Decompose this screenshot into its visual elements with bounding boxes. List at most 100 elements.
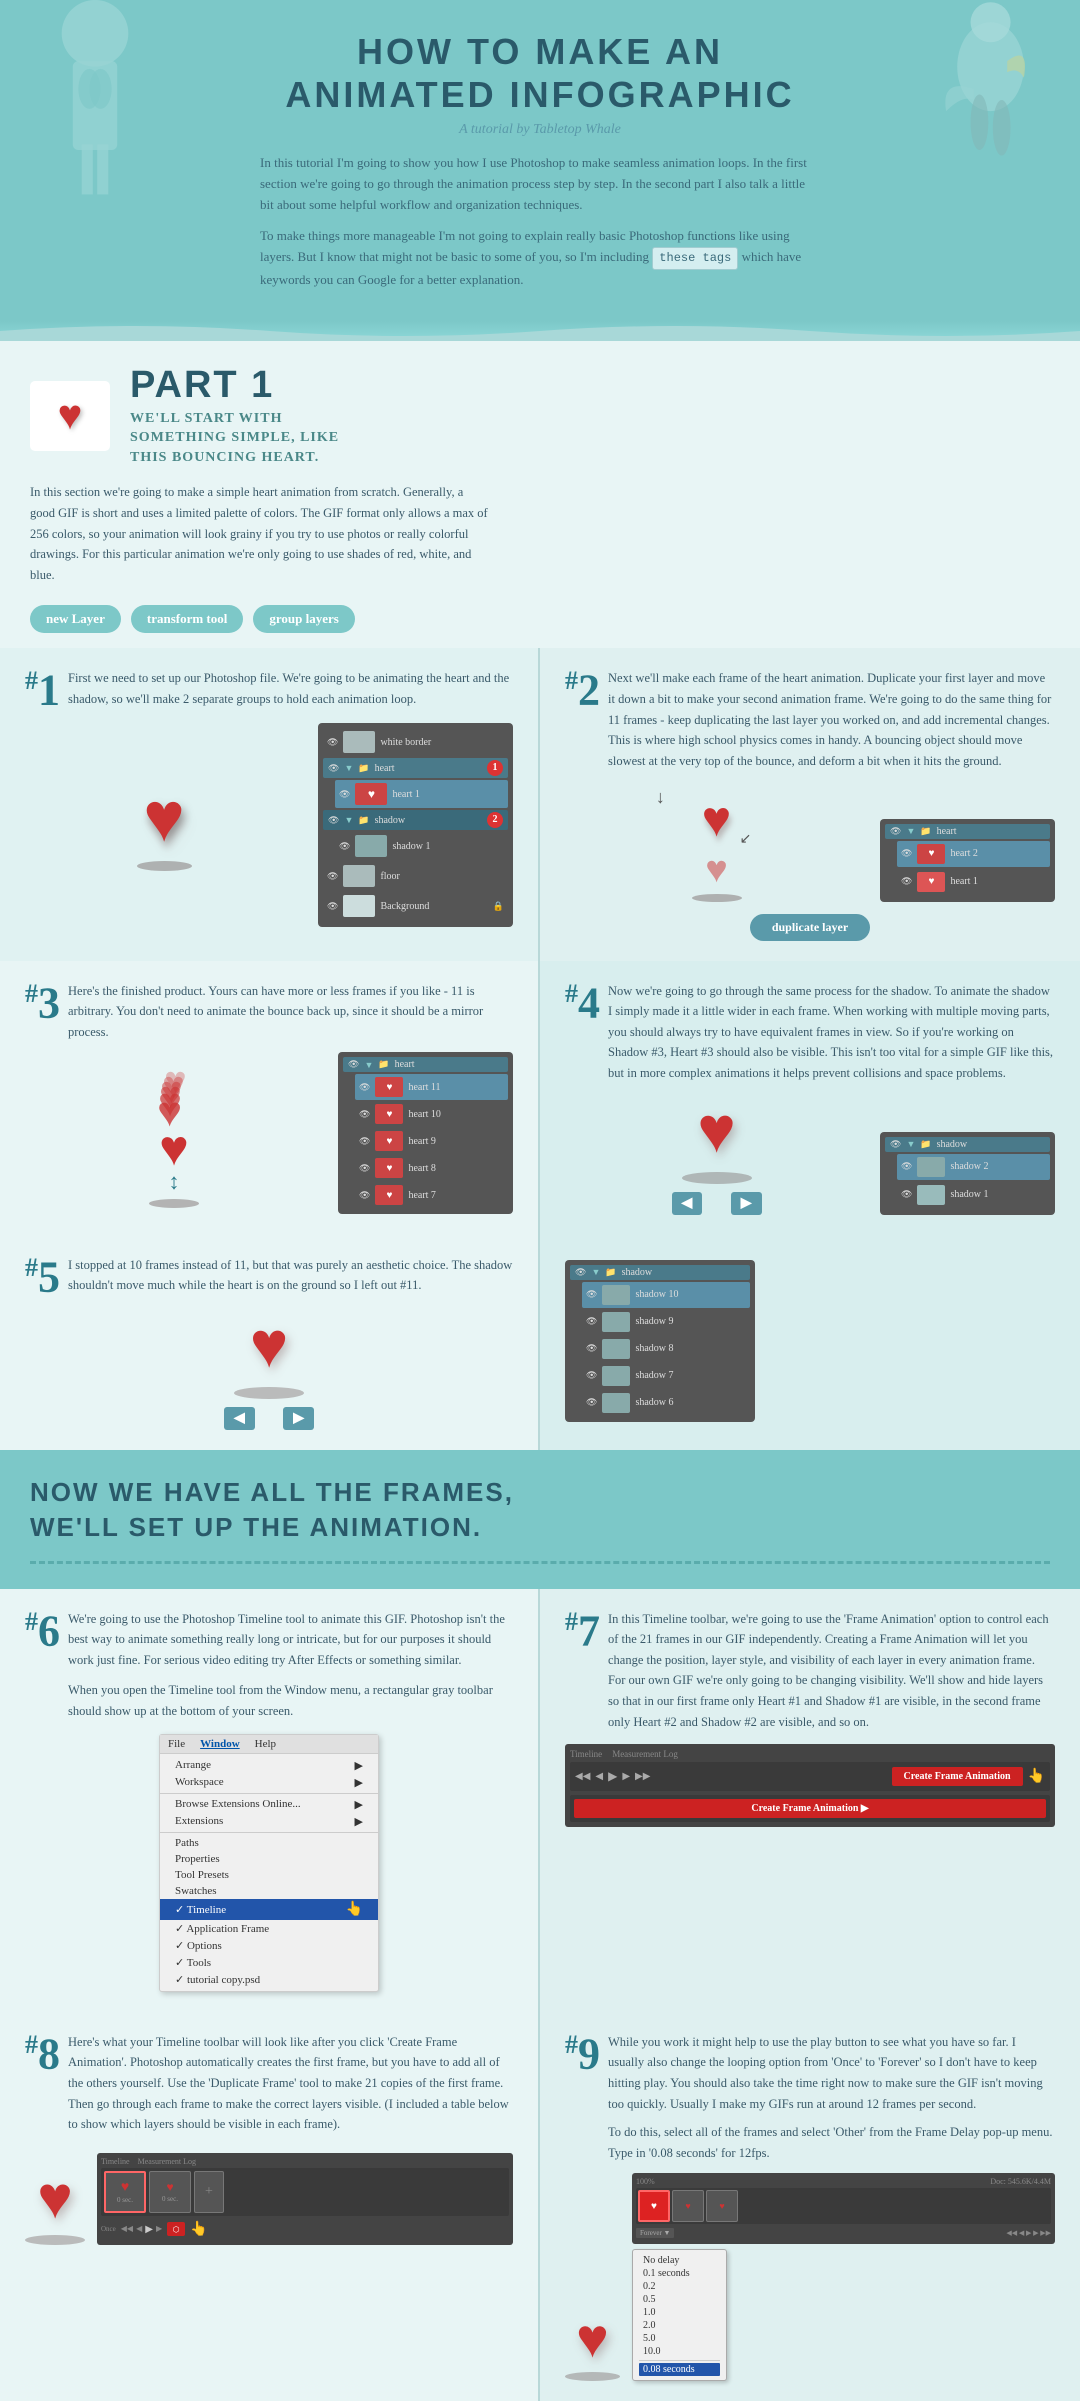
step2-layers: 👁 ▼ 📁 heart 👁 ♥ heart 2 👁 ♥ heart 1	[880, 819, 1055, 902]
menu-options[interactable]: ✓ Options	[160, 1937, 378, 1954]
step1-heart: ♥	[143, 779, 185, 859]
step2-heart-move: ♥	[702, 791, 732, 847]
delay-20[interactable]: 2.0	[639, 2319, 720, 2332]
step5-layers: 👁 ▼ 📁 shadow 👁 shadow 10 👁 shadow 9 👁 sh…	[565, 1260, 755, 1422]
step4-panel: #4 Now we're going to go through the sam…	[540, 961, 1080, 1235]
timeline-toolbar: Timeline Measurement Log ◀◀ ◀ ▶ ▶ ▶▶ Cre…	[565, 1744, 1055, 1827]
step5-body: I stopped at 10 frames instead of 11, bu…	[68, 1255, 513, 1296]
menu-timeline[interactable]: ✓ Timeline 👆	[160, 1899, 378, 1920]
menu-app-frame[interactable]: ✓ Application Frame	[160, 1920, 378, 1937]
part1-header: ♥ PART 1 WE'LL START WITH SOMETHING SIMP…	[30, 366, 1050, 468]
step6-number: #6	[25, 1609, 60, 1654]
menu-help[interactable]: Help	[255, 1738, 276, 1750]
delay-01[interactable]: 0.1 seconds	[639, 2267, 720, 2280]
menu-properties[interactable]: Properties	[160, 1851, 378, 1867]
step2-body: Next we'll make each frame of the heart …	[608, 668, 1055, 771]
step7-number: #7	[565, 1609, 600, 1654]
step3-number: #3	[25, 981, 60, 1026]
step5-right-panel: 👁 ▼ 📁 shadow 👁 shadow 10 👁 shadow 9 👁 sh…	[540, 1235, 1080, 1451]
deco-left	[30, 0, 160, 200]
step5-number: #5	[25, 1255, 60, 1300]
step3-panel: #3 Here's the finished product. Yours ca…	[0, 961, 540, 1235]
animation-heading-section: NOW WE HAVE ALL THE FRAMES, WE'LL SET UP…	[0, 1450, 1080, 1588]
step9-panel: #9 While you work it might help to use t…	[540, 2012, 1080, 2401]
highlight-tag: these tags	[652, 247, 738, 270]
create-animation-btn-display[interactable]: Create Frame Animation ▶	[574, 1799, 1046, 1818]
step4-layers: 👁 ▼ 📁 shadow 👁 shadow 2 👁 shadow 1	[880, 1132, 1055, 1215]
step6-body2: When you open the Timeline tool from the…	[68, 1680, 513, 1721]
steps-row-4: #6 We're going to use the Photoshop Time…	[0, 1589, 1080, 2012]
header-body: In this tutorial I'm going to show you h…	[260, 153, 820, 290]
forever-btn[interactable]: Forever ▼	[636, 2228, 674, 2238]
step7-panel: #7 In this Timeline toolbar, we're going…	[540, 1589, 1080, 2012]
tag-transform-tool[interactable]: transform tool	[131, 605, 244, 633]
menu-browse-ext[interactable]: Browse Extensions Online... ▶	[160, 1796, 378, 1813]
menu-swatches[interactable]: Swatches	[160, 1883, 378, 1899]
step1-number: #1	[25, 668, 60, 713]
step9-body1: While you work it might help to use the …	[608, 2032, 1055, 2115]
part1-body: In this section we're going to make a si…	[30, 482, 490, 585]
step4-number: #4	[565, 981, 600, 1026]
wave-divider	[0, 321, 1080, 341]
menu-tools[interactable]: ✓ Tools	[160, 1954, 378, 1971]
step7-body: In this Timeline toolbar, we're going to…	[608, 1609, 1055, 1733]
menu-arrange[interactable]: Arrange ▶	[160, 1757, 378, 1774]
steps-row-5: #8 Here's what your Timeline toolbar wil…	[0, 2012, 1080, 2401]
delay-02[interactable]: 0.2	[639, 2280, 720, 2293]
step2-heart-orig: ♥	[705, 848, 728, 892]
tags-row: new Layer transform tool group layers	[30, 605, 1050, 633]
steps-row-1: #1 First we need to set up our Photoshop…	[0, 648, 1080, 960]
heart-icon: ♥	[58, 392, 83, 440]
delay-no-delay[interactable]: No delay	[639, 2254, 720, 2267]
heart-preview-box: ♥	[30, 381, 110, 451]
step6-body1: We're going to use the Photoshop Timelin…	[68, 1609, 513, 1671]
part-subtitle: WE'LL START WITH SOMETHING SIMPLE, LIKE …	[130, 409, 380, 468]
main-title: HOW TO MAKE AN ANIMATED INFOGRAPHIC	[20, 30, 1060, 116]
step8-number: #8	[25, 2032, 60, 2077]
step4-body: Now we're going to go through the same p…	[608, 981, 1055, 1084]
step8-body: Here's what your Timeline toolbar will l…	[68, 2032, 513, 2135]
step6-panel: #6 We're going to use the Photoshop Time…	[0, 1589, 540, 2012]
window-menu: File Window Help Arrange ▶ Workspace ▶ B…	[159, 1734, 379, 1992]
step1-body: First we need to set up our Photoshop fi…	[68, 668, 513, 709]
menu-extensions[interactable]: Extensions ▶	[160, 1813, 378, 1830]
delay-10[interactable]: 1.0	[639, 2306, 720, 2319]
step1-layers: 👁 white border 👁 ▼ 📁 heart 1 👁 ♥ heart 1	[318, 723, 513, 927]
part-title: PART 1	[130, 366, 380, 404]
step2-number: #2	[565, 668, 600, 713]
step9-body2: To do this, select all of the frames and…	[608, 2122, 1055, 2163]
subtitle: A tutorial by Tabletop Whale	[20, 122, 1060, 138]
header-section: HOW TO MAKE AN ANIMATED INFOGRAPHIC A tu…	[0, 0, 1080, 321]
step9-number: #9	[565, 2032, 600, 2077]
tag-group-layers[interactable]: group layers	[253, 605, 354, 633]
tag-new-layer[interactable]: new Layer	[30, 605, 121, 633]
delay-popup: No delay 0.1 seconds 0.2 0.5 1.0 2.0 5.0…	[632, 2249, 727, 2381]
menu-file[interactable]: File	[168, 1738, 185, 1750]
menu-window[interactable]: Window	[200, 1738, 240, 1750]
step2-panel: #2 Next we'll make each frame of the hea…	[540, 648, 1080, 960]
steps-row-3: #5 I stopped at 10 frames instead of 11,…	[0, 1235, 1080, 1451]
step4-heart: ♥	[697, 1094, 736, 1169]
animation-title-line2: WE'LL SET UP THE ANIMATION.	[30, 1512, 482, 1542]
step5-left-panel: #5 I stopped at 10 frames instead of 11,…	[0, 1235, 540, 1451]
create-frame-animation-btn[interactable]: Create Frame Animation	[892, 1767, 1023, 1786]
step3-layers: 👁 ▼ 📁 heart 👁 ♥ heart 11 👁 ♥ heart 10 👁	[338, 1052, 513, 1214]
step3-body: Here's the finished product. Yours can h…	[68, 981, 513, 1043]
animation-title-line1: NOW WE HAVE ALL THE FRAMES,	[30, 1477, 514, 1507]
delay-05[interactable]: 0.5	[639, 2293, 720, 2306]
menu-paths[interactable]: Paths	[160, 1835, 378, 1851]
delay-100[interactable]: 10.0	[639, 2345, 720, 2358]
menu-workspace[interactable]: Workspace ▶	[160, 1774, 378, 1791]
deco-right	[920, 0, 1050, 200]
duplicate-layer-btn[interactable]: duplicate layer	[750, 914, 870, 941]
steps-row-2: #3 Here's the finished product. Yours ca…	[0, 961, 1080, 1235]
step1-panel: #1 First we need to set up our Photoshop…	[0, 648, 540, 960]
part1-section: ♥ PART 1 WE'LL START WITH SOMETHING SIMP…	[0, 341, 1080, 649]
step8-panel: #8 Here's what your Timeline toolbar wil…	[0, 2012, 540, 2401]
delay-50[interactable]: 5.0	[639, 2332, 720, 2345]
delay-other[interactable]: 0.08 seconds	[639, 2363, 720, 2376]
menu-tool-presets[interactable]: Tool Presets	[160, 1867, 378, 1883]
step9-timeline: 100% Doc: 545.6K/4.4M ♥ ♥ ♥	[632, 2173, 1055, 2244]
step8-timeline: Timeline Measurement Log ♥ 0 sec. ♥ 0 se…	[97, 2153, 513, 2245]
menu-tutorial[interactable]: ✓ tutorial copy.psd	[160, 1971, 378, 1988]
